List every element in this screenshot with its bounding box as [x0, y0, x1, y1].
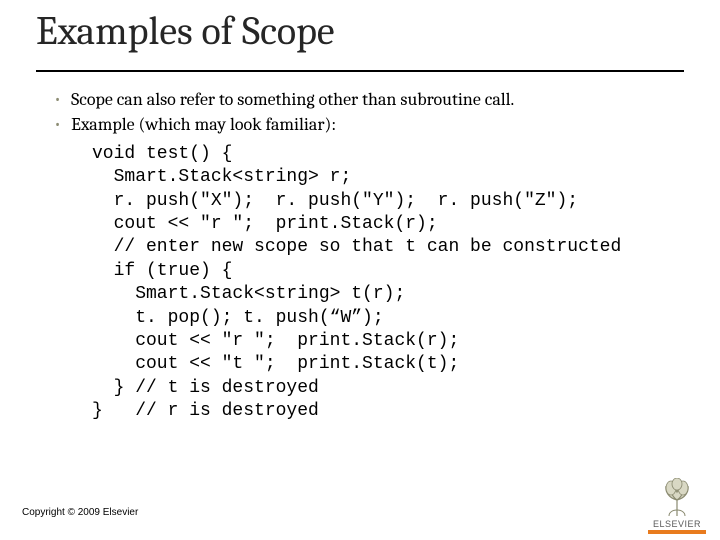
- bullet-text: Scope can also refer to something other …: [71, 88, 514, 111]
- bullet-text: Example (which may look familiar):: [71, 113, 336, 136]
- bullet-dot-icon: •: [54, 90, 61, 109]
- page-title: Examples of Scope: [36, 8, 335, 54]
- logo-text: ELSEVIER: [648, 519, 706, 529]
- publisher-logo: ELSEVIER: [648, 478, 706, 534]
- slide: Examples of Scope • Scope can also refer…: [0, 0, 720, 540]
- title-underline: [36, 70, 684, 72]
- tree-icon: [657, 478, 697, 518]
- bullet-dot-icon: •: [54, 115, 61, 134]
- content-area: • Scope can also refer to something othe…: [54, 88, 700, 423]
- bullet-item: • Example (which may look familiar):: [54, 113, 700, 136]
- logo-accent-bar: [648, 530, 706, 534]
- code-block: void test() { Smart.Stack<string> r; r. …: [92, 143, 700, 424]
- bullet-item: • Scope can also refer to something othe…: [54, 88, 700, 111]
- copyright-text: Copyright © 2009 Elsevier: [22, 507, 138, 518]
